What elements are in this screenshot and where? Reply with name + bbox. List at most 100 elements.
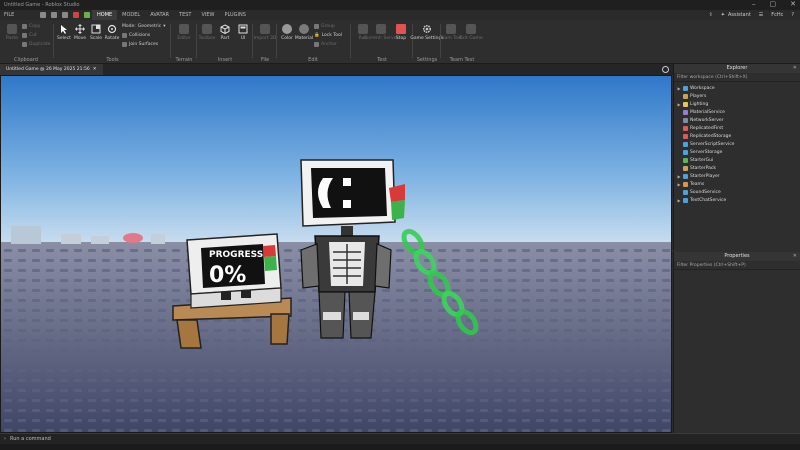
toolbox-button[interactable]: Toolbox	[198, 24, 216, 41]
command-bar[interactable]: › Run a command	[0, 433, 800, 444]
anchor-button[interactable]: Anchor	[314, 42, 342, 47]
explorer-item-workspace[interactable]: ▶ Workspace	[674, 84, 800, 92]
cut-label: Cut	[29, 33, 37, 38]
close-window-button[interactable]: ✕	[790, 0, 796, 8]
scale-label: Scale	[89, 36, 103, 41]
close-explorer-icon[interactable]: ✕	[793, 64, 797, 73]
explorer-item-label: TextChatService	[690, 197, 727, 203]
material-label: Material	[294, 36, 314, 41]
group-button[interactable]: Group	[314, 24, 342, 29]
explorer-item-teams[interactable]: ▶ Teams	[674, 180, 800, 188]
copy-button[interactable]: Copy	[22, 24, 50, 29]
explorer-item-textchatservice[interactable]: ▶ TextChatService	[674, 196, 800, 204]
tab-view[interactable]: VIEW	[196, 10, 219, 20]
expand-arrow-icon[interactable]: ▶	[677, 182, 681, 187]
tab-model[interactable]: MODEL	[117, 10, 145, 20]
ui-button[interactable]: UI	[234, 24, 252, 41]
tab-avatar[interactable]: AVATAR	[145, 10, 174, 20]
explorer-item-serverstorage[interactable]: ServerStorage	[674, 148, 800, 156]
rotate-label: Rotate	[104, 36, 120, 41]
play-quick-icon[interactable]	[84, 12, 90, 18]
help-icon[interactable]: ?	[791, 12, 794, 18]
exit-game-button[interactable]: Exit Game	[459, 24, 483, 41]
import-3d-button[interactable]: Import 3D	[254, 24, 276, 41]
window-title: Untitled Game - Roblox Studio	[4, 2, 80, 8]
ribbon: Paste Copy Cut Duplicate Clipboard Selec…	[0, 20, 800, 64]
maximize-button[interactable]: ▢	[770, 0, 777, 8]
explorer-item-serverscriptservice[interactable]: ServerScriptService	[674, 140, 800, 148]
progress-computer[interactable]: PROGRESS 0%	[186, 233, 282, 309]
service-icon	[683, 141, 688, 147]
clipboard-actions: Copy Cut Duplicate	[22, 24, 50, 47]
command-input[interactable]: Run a command	[10, 436, 51, 442]
explorer-item-label: ServerStorage	[690, 149, 723, 155]
game-settings-button[interactable]: Game Settings	[410, 24, 444, 41]
terrain-editor-button[interactable]: Editor	[175, 24, 193, 41]
user-menu[interactable]: FcHc	[771, 12, 783, 18]
duplicate-button[interactable]: Duplicate	[22, 42, 50, 47]
material-button[interactable]: Material	[295, 24, 313, 41]
viewport-settings-icon[interactable]	[662, 66, 669, 73]
chevron-down-icon: ▾	[163, 24, 166, 29]
minimize-button[interactable]: –	[752, 0, 756, 8]
expand-arrow-icon[interactable]: ▶	[677, 174, 681, 179]
color-button[interactable]: Color	[278, 24, 296, 41]
explorer-item-replicatedstorage[interactable]: ReplicatedStorage	[674, 132, 800, 140]
explorer-item-lighting[interactable]: ▶ Lighting	[674, 100, 800, 108]
tab-home[interactable]: HOME	[92, 10, 118, 20]
3d-viewport[interactable]: PROGRESS 0%	[0, 75, 672, 433]
service-icon	[683, 101, 688, 107]
file-menu[interactable]: FILE	[4, 10, 14, 20]
close-tab-icon[interactable]: ✕	[93, 64, 97, 75]
service-icon	[683, 125, 688, 131]
expand-arrow-icon[interactable]: ▶	[677, 198, 681, 203]
team-test-button[interactable]: Team Test	[440, 24, 462, 41]
select-label: Select	[57, 36, 71, 41]
part-button[interactable]: Part	[216, 24, 234, 41]
undo-icon[interactable]	[51, 12, 57, 18]
properties-filter-input[interactable]: Filter Properties (Ctrl+Shift+P)	[674, 261, 800, 270]
scale-icon	[91, 24, 101, 34]
cut-button[interactable]: Cut	[22, 33, 50, 38]
save-quick-icon[interactable]	[40, 12, 46, 18]
explorer-item-soundservice[interactable]: SoundService	[674, 188, 800, 196]
explorer-item-players[interactable]: Players	[674, 92, 800, 100]
insert-group-label: Insert	[217, 57, 233, 63]
gear-icon	[422, 24, 432, 34]
document-tab[interactable]: Untitled Game @ 26 May 2025 21:56 ✕	[0, 64, 103, 75]
assistant-button[interactable]: ✦ Assistant	[721, 12, 751, 18]
current-server-button[interactable]: Current: Server	[364, 24, 398, 41]
tab-test[interactable]: TEST	[174, 10, 196, 20]
expand-arrow-icon[interactable]: ▶	[677, 102, 681, 107]
explorer-item-materialservice[interactable]: MaterialService	[674, 108, 800, 116]
import-3d-icon	[260, 24, 270, 34]
redo-icon[interactable]	[62, 12, 68, 18]
explorer-item-replicatedfirst[interactable]: ReplicatedFirst	[674, 124, 800, 132]
tab-plugins[interactable]: PLUGINS	[219, 10, 250, 20]
explorer-item-starterpack[interactable]: StarterPack	[674, 164, 800, 172]
scene[interactable]: PROGRESS 0%	[1, 76, 672, 433]
explorer-filter-input[interactable]: Filter workspace (Ctrl+Shift+X)	[674, 73, 800, 82]
explorer-item-startergui[interactable]: StarterGui	[674, 156, 800, 164]
stop-quick-icon[interactable]	[73, 12, 79, 18]
paste-button[interactable]: Paste	[3, 24, 21, 41]
mode-dropdown[interactable]: Mode: Geometric ▾	[122, 24, 166, 29]
mode-label: Mode:	[122, 24, 136, 29]
tool-options: Mode: Geometric ▾ Collisions Join Surfaces	[122, 24, 166, 47]
rotate-button[interactable]: Rotate	[103, 24, 121, 41]
close-properties-icon[interactable]: ✕	[793, 252, 797, 261]
share-icon[interactable]: ⇪	[709, 12, 713, 18]
explorer-item-label: SoundService	[690, 189, 721, 195]
expand-arrow-icon[interactable]: ▶	[677, 86, 681, 91]
explorer-header: Explorer ✕	[674, 64, 800, 73]
collisions-toggle[interactable]: Collisions	[122, 33, 166, 38]
explorer-item-label: Workspace	[690, 85, 715, 91]
stop-button[interactable]: Stop	[392, 24, 410, 41]
explorer-item-starterplayer[interactable]: ▶ StarterPlayer	[674, 172, 800, 180]
join-surfaces-toggle[interactable]: Join Surfaces	[122, 42, 166, 47]
lock-tool-button[interactable]: 🔒 Lock Tool	[314, 33, 342, 38]
clipboard-group: Paste Copy Cut Duplicate Clipboard	[0, 20, 52, 64]
explorer-item-networkserver[interactable]: NetworkServer	[674, 116, 800, 124]
notifications-icon[interactable]: ☰	[759, 12, 763, 18]
explorer-item-label: NetworkServer	[690, 117, 724, 123]
